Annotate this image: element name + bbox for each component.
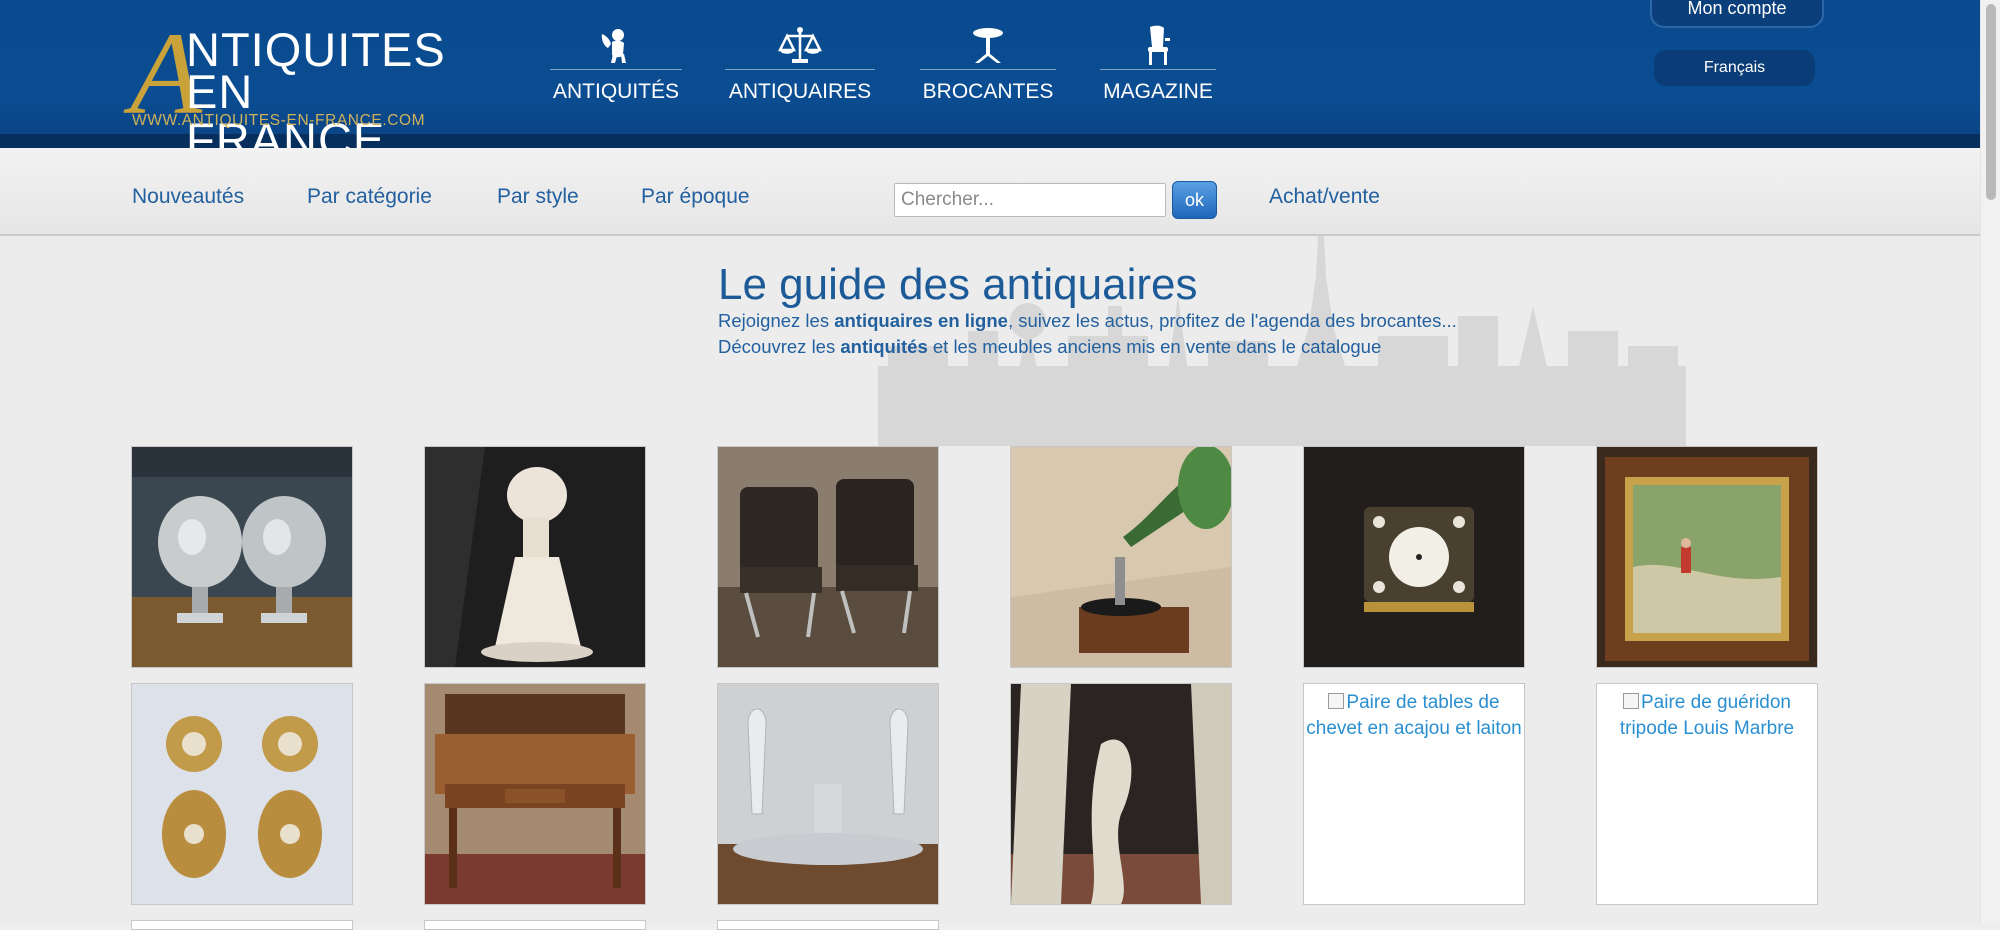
main-content: Le guide des antiquaires Rejoignez les a… <box>0 236 1980 930</box>
product-tile-silver-fish[interactable] <box>131 446 353 668</box>
broken-image-icon <box>1328 693 1345 709</box>
product-tile-girl-statue[interactable] <box>424 446 646 668</box>
nav-rule <box>725 69 875 70</box>
nav-magazine[interactable]: MAGAZINE <box>1100 22 1216 112</box>
image-alt-text: Paire de guéridon tripode Louis Marbre <box>1619 692 1795 739</box>
subnav-nouveautes[interactable]: Nouveautés <box>132 185 244 209</box>
product-tile-carved-mirror[interactable] <box>1010 683 1232 905</box>
nav-antiquaires[interactable]: ANTIQUAIRES <box>725 22 875 112</box>
product-tile-gramophone[interactable] <box>1010 446 1232 668</box>
page-title: Le guide des antiquaires <box>718 260 1198 309</box>
subnav-achat-vente[interactable]: Achat/vente <box>1269 185 1380 209</box>
broken-image-icon <box>1623 693 1639 709</box>
logo-url: WWW.ANTIQUITES-EN-FRANCE.COM <box>132 112 426 129</box>
hero-link-antiquites[interactable]: antiquités <box>840 336 927 357</box>
writing-desk-photo <box>425 684 645 904</box>
search-submit-button[interactable]: ok <box>1172 181 1217 219</box>
silver-fish-photo <box>132 447 352 667</box>
nav-label: BROCANTES <box>922 80 1054 103</box>
leather-chairs-photo <box>718 447 938 667</box>
gold-earrings-photo <box>132 684 352 904</box>
hero-text: , suivez les actus, profitez de l'agenda… <box>1007 310 1457 331</box>
subnav-par-epoque[interactable]: Par époque <box>641 185 750 209</box>
framed-painting-photo <box>1597 447 1817 667</box>
hero-text: Rejoignez les <box>718 310 835 331</box>
gramophone-photo <box>1011 447 1231 667</box>
product-tile-gueridon[interactable]: Paire de guéridon tripode Louis Marbre <box>1596 683 1818 905</box>
nav-label: ANTIQUITÉS <box>552 80 679 103</box>
broken-image-alt: Paire de tables de chevet en acajou et l… <box>1304 690 1524 742</box>
my-account-button[interactable]: Mon compte <box>1650 0 1824 28</box>
product-tile-row3[interactable] <box>424 920 646 930</box>
hero-text: Découvrez les <box>718 336 841 357</box>
nav-rule <box>550 69 682 70</box>
nav-brocantes[interactable]: BROCANTES <box>920 22 1056 112</box>
table-clock-photo <box>1304 447 1524 667</box>
product-tile-earrings[interactable] <box>131 683 353 905</box>
hero-text: et les meubles anciens mis en vente dans… <box>927 336 1382 357</box>
scale-icon <box>725 24 875 68</box>
product-tile-painting[interactable] <box>1596 446 1818 668</box>
girl-statue-photo <box>425 447 645 667</box>
hero-intro-line1: Rejoignez les antiquaires en ligne, suiv… <box>718 310 1457 332</box>
search-input[interactable] <box>894 183 1166 217</box>
language-selector[interactable]: Français <box>1654 50 1815 86</box>
sub-nav: Nouveautés Par catégorie Par style Par é… <box>0 148 1980 236</box>
subnav-par-style[interactable]: Par style <box>497 185 579 209</box>
nav-rule <box>920 69 1056 70</box>
cherub-icon <box>550 24 682 68</box>
hero-intro-line2: Découvrez les antiquités et les meubles … <box>718 336 1381 358</box>
site-header: A NTIQUITES EN FRANCE WWW.ANTIQUITES-EN-… <box>0 0 1980 164</box>
scrollbar-thumb[interactable] <box>1986 4 1996 200</box>
product-tile-silver-tray[interactable] <box>717 683 939 905</box>
broken-image-alt: Paire de guéridon tripode Louis Marbre <box>1597 690 1817 742</box>
product-tile-row3[interactable] <box>131 920 353 930</box>
gueridon-icon <box>920 24 1056 68</box>
product-tile-bedside-tables[interactable]: Paire de tables de chevet en acajou et l… <box>1303 683 1525 905</box>
product-tile-clock[interactable] <box>1303 446 1525 668</box>
product-tile-desk[interactable] <box>424 683 646 905</box>
nav-label: ANTIQUAIRES <box>728 80 872 103</box>
nav-antiquites[interactable]: ANTIQUITÉS <box>550 22 682 112</box>
site-logo[interactable]: A NTIQUITES EN FRANCE WWW.ANTIQUITES-EN-… <box>130 15 445 164</box>
page-scrollbar[interactable] <box>1980 0 2000 923</box>
carved-mirror-photo <box>1011 684 1231 904</box>
silver-tray-photo <box>718 684 938 904</box>
chair-icon <box>1100 24 1216 68</box>
hero-link-antiquaires[interactable]: antiquaires en ligne <box>834 310 1008 331</box>
nav-rule <box>1100 69 1216 70</box>
nav-label: MAGAZINE <box>1103 80 1213 103</box>
product-tile-leather-chairs[interactable] <box>717 446 939 668</box>
subnav-par-categorie[interactable]: Par catégorie <box>307 185 432 209</box>
product-tile-row3[interactable] <box>717 920 939 930</box>
